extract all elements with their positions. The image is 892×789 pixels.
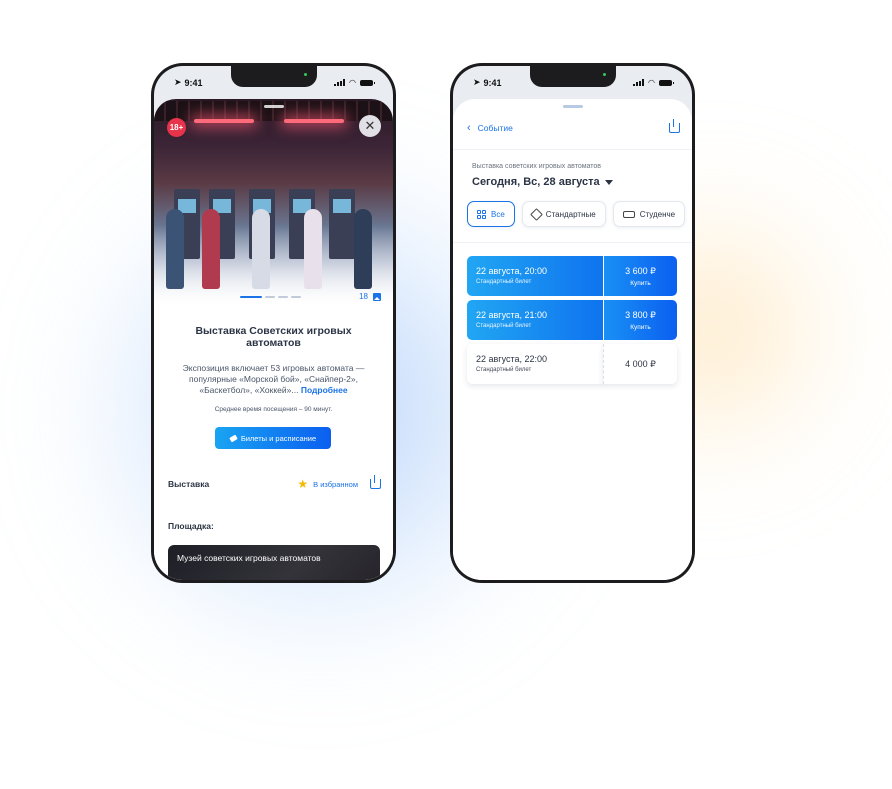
- wifi-icon: ◠: [349, 78, 356, 87]
- event-description: Экспозиция включает 53 игровых автомата …: [168, 363, 379, 396]
- session-slot[interactable]: 22 августа, 21:00 Стандартный билет 3 80…: [467, 300, 677, 340]
- venue-card[interactable]: Музей советских игровых автоматов: [168, 545, 380, 580]
- sheet-handle[interactable]: [263, 105, 284, 108]
- signal-icon: [633, 79, 645, 86]
- event-type-row: Выставка ★ В избранном: [168, 475, 381, 491]
- ticket-price: 3 600 ₽: [625, 265, 656, 276]
- gallery-icon: [373, 292, 381, 301]
- session-slot[interactable]: 22 августа, 20:00 Стандартный билет 3 60…: [467, 256, 677, 296]
- visit-duration: Среднее время посещения – 90 минут.: [214, 406, 333, 413]
- star-icon: ★: [297, 477, 309, 491]
- divider: [453, 149, 692, 150]
- chevron-left-icon[interactable]: ‹: [467, 122, 471, 134]
- session-time: 22 августа, 22:00: [476, 354, 548, 364]
- photo-count[interactable]: 18: [359, 292, 381, 301]
- share-icon[interactable]: [669, 119, 680, 133]
- event-type: Выставка: [168, 479, 210, 489]
- phone-event-details: ➤ 9:41 ◠ 18+ ✕ 18 Выставка Советских игр…: [151, 63, 396, 583]
- tag-icon: [529, 207, 543, 221]
- photo-count-value: 18: [359, 292, 368, 301]
- caret-down-icon: [604, 179, 613, 185]
- event-sheet: 18+ ✕ 18 Выставка Советских игровых авто…: [154, 99, 393, 580]
- graduation-cap-icon: [622, 210, 635, 218]
- battery-icon: [659, 79, 674, 86]
- nav-bar: ‹ Событие: [467, 119, 680, 135]
- session-slot[interactable]: 22 августа, 22:00 Стандартный билет 4 00…: [467, 344, 677, 384]
- phone-schedule: ➤ 9:41 ◠ ‹ Событие Выставка советских игр…: [450, 63, 695, 583]
- event-title: Выставка Советских игровых автоматов: [195, 325, 352, 349]
- grid-icon: [477, 209, 486, 219]
- ticket-type: Стандартный билет: [476, 279, 532, 285]
- more-link[interactable]: Подробнее: [301, 385, 348, 395]
- filter-all[interactable]: Все: [467, 201, 515, 227]
- filter-label: Все: [491, 209, 505, 219]
- date-selector[interactable]: Сегодня, Вс, 28 августа: [472, 176, 613, 188]
- buy-label: Купить: [630, 323, 651, 331]
- event-hero-image[interactable]: [154, 99, 393, 309]
- buy-button[interactable]: 3 800 ₽ Купить: [604, 300, 677, 340]
- notch: [529, 66, 616, 87]
- ticket-price: 3 800 ₽: [625, 309, 656, 320]
- buy-button[interactable]: 3 600 ₽ Купить: [604, 256, 677, 296]
- back-button[interactable]: Событие: [478, 123, 669, 133]
- filter-label: Студенче: [639, 209, 676, 219]
- ticket-type: Стандартный билет: [476, 367, 532, 373]
- share-icon[interactable]: [370, 475, 381, 489]
- ticket-filters: Все Стандартные Студенче: [467, 201, 686, 227]
- price-button[interactable]: 4 000 ₽: [603, 344, 677, 384]
- status-time: 9:41: [483, 77, 502, 88]
- filter-student[interactable]: Студенче: [612, 201, 686, 227]
- ticket-type: Стандартный билет: [476, 323, 532, 329]
- favorite-button[interactable]: ★ В избранном: [297, 477, 358, 491]
- tickets-schedule-button[interactable]: Билеты и расписание: [215, 427, 331, 449]
- session-time: 22 августа, 21:00: [476, 310, 548, 320]
- gallery-pagination: [240, 296, 301, 298]
- close-button[interactable]: ✕: [359, 115, 381, 137]
- tickets-button-label: Билеты и расписание: [240, 433, 317, 443]
- session-time: 22 августа, 20:00: [476, 266, 548, 276]
- age-rating-badge: 18+: [167, 118, 186, 137]
- location-arrow-icon: ➤: [174, 77, 182, 87]
- selected-date: Сегодня, Вс, 28 августа: [472, 176, 600, 188]
- notch: [230, 66, 317, 87]
- location-arrow-icon: ➤: [473, 77, 481, 87]
- wifi-icon: ◠: [648, 78, 655, 87]
- status-time: 9:41: [184, 77, 203, 88]
- ticket-icon: [229, 434, 238, 442]
- close-icon: ✕: [364, 118, 376, 133]
- buy-label: Купить: [630, 279, 651, 287]
- divider: [453, 242, 692, 243]
- battery-icon: [360, 79, 375, 86]
- sheet-handle[interactable]: [562, 105, 583, 108]
- favorite-label: В избранном: [313, 479, 358, 489]
- screen: ➤ 9:41 ◠ ‹ Событие Выставка советских игр…: [453, 66, 692, 580]
- venue-name: Музей советских игровых автоматов: [177, 553, 321, 563]
- ticket-price: 4 000 ₽: [625, 358, 656, 369]
- screen: ➤ 9:41 ◠ 18+ ✕ 18 Выставка Советских игр…: [154, 66, 393, 580]
- signal-icon: [334, 79, 346, 86]
- venue-label: Площадка:: [168, 521, 214, 531]
- filter-standard[interactable]: Стандартные: [521, 201, 606, 227]
- event-name: Выставка советских игровых автоматов: [472, 163, 602, 170]
- filter-label: Стандартные: [545, 209, 596, 219]
- schedule-sheet: ‹ Событие Выставка советских игровых авт…: [453, 99, 692, 580]
